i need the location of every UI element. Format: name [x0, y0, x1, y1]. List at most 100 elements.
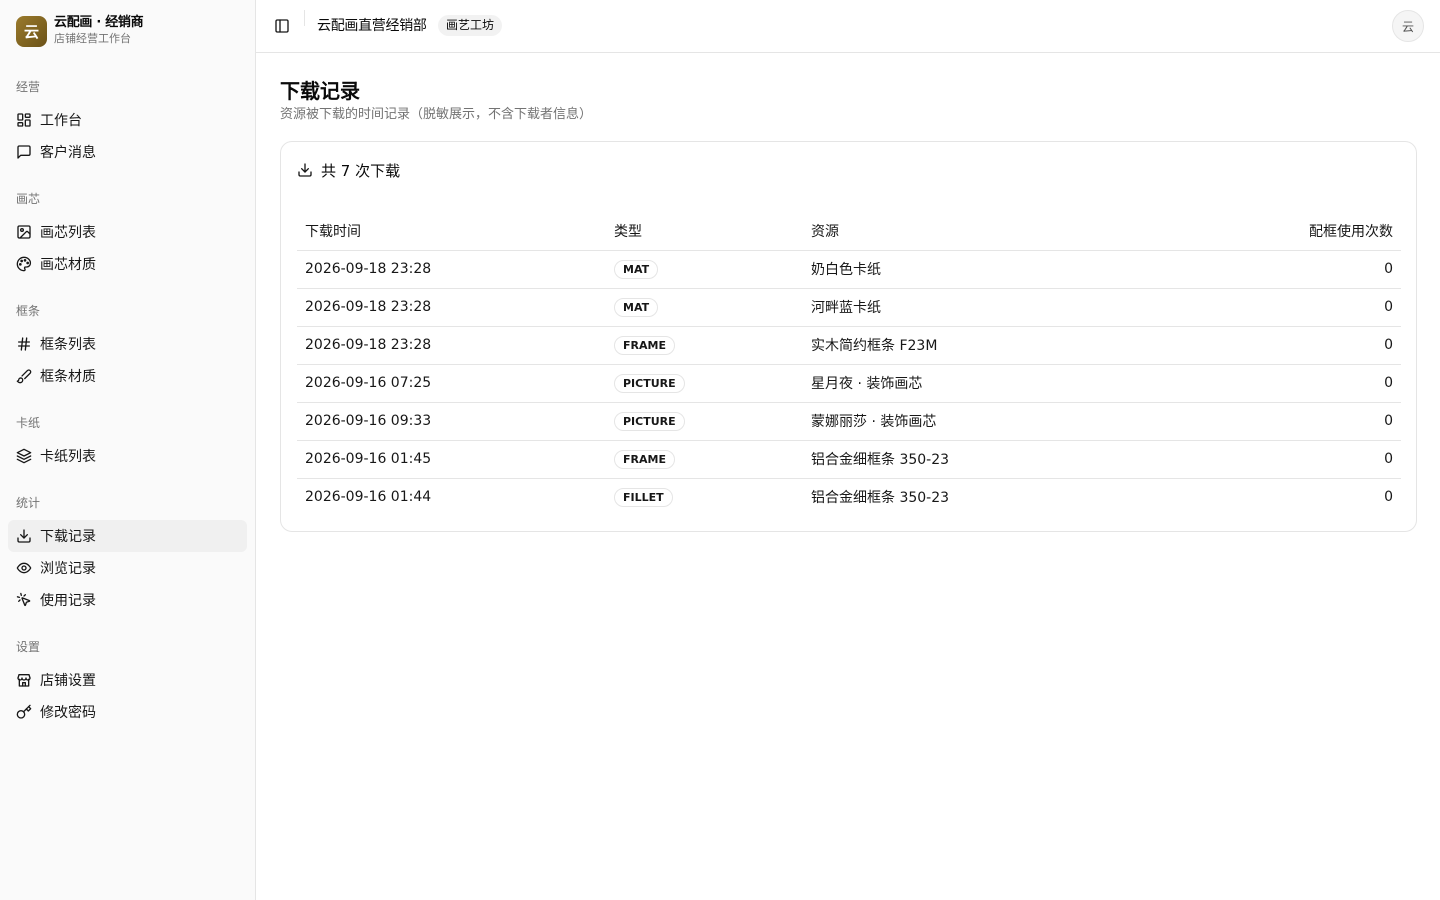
table-row[interactable]: 2026-09-18 23:28 MAT 奶白色卡纸 0 — [297, 250, 1401, 289]
sidebar-item-label: 框条材质 — [40, 369, 96, 385]
cell-usage-count: 0 — [1203, 288, 1401, 327]
table-row[interactable]: 2026-09-16 09:33 PICTURE 蒙娜丽莎 · 装饰画芯 0 — [297, 402, 1401, 441]
sidebar-item-frame-material[interactable]: 框条材质 — [8, 360, 247, 392]
sidebar-item-label: 卡纸列表 — [40, 449, 96, 465]
page-title: 下载记录 — [280, 79, 360, 103]
cell-time: 2026-09-16 07:25 — [297, 364, 606, 403]
cell-time: 2026-09-18 23:28 — [297, 288, 606, 327]
palette-icon — [16, 256, 32, 272]
download-records-table: 下载时间 类型 资源 配框使用次数 2026-09-18 23:28 MAT 奶… — [297, 212, 1401, 516]
brand-subtitle: 店铺经营工作台 — [54, 32, 131, 45]
type-badge: MAT — [614, 259, 659, 279]
store-icon — [16, 672, 32, 688]
cell-usage-count: 0 — [1203, 326, 1401, 365]
message-square-icon — [16, 144, 32, 160]
brand-logo: 云 — [16, 16, 47, 47]
sidebar-item-change-password[interactable]: 修改密码 — [8, 696, 247, 728]
table-row[interactable]: 2026-09-16 01:44 FILLET 铝合金细框条 350-23 0 — [297, 478, 1401, 516]
sidebar-item-download-records[interactable]: 下载记录 — [8, 520, 247, 552]
eye-icon — [16, 560, 32, 576]
table-row[interactable]: 2026-09-18 23:28 FRAME 实木简约框条 F23M 0 — [297, 326, 1401, 365]
card-header: 共 7 次下载 — [297, 160, 400, 180]
sidebar-item-label: 浏览记录 — [40, 561, 96, 577]
sidebar-item-view-records[interactable]: 浏览记录 — [8, 552, 247, 584]
cell-resource: 铝合金细框条 350-23 — [811, 490, 950, 507]
cell-type: MAT — [606, 288, 803, 327]
cell-time: 2026-09-18 23:28 — [297, 326, 606, 365]
brand[interactable]: 云 云配画 · 经销商 店铺经营工作台 — [16, 15, 246, 48]
cell-type: FRAME — [606, 326, 803, 365]
sidebar-item-mat-list[interactable]: 卡纸列表 — [8, 440, 247, 472]
table-row[interactable]: 2026-09-16 07:25 PICTURE 星月夜 · 装饰画芯 0 — [297, 364, 1401, 403]
table-header-row: 下载时间 类型 资源 配框使用次数 — [297, 212, 1401, 251]
image-icon — [16, 224, 32, 240]
column-header-usage-count[interactable]: 配框使用次数 — [1203, 212, 1401, 251]
group-label-frames: 框条 — [16, 304, 41, 318]
download-count-summary: 共 7 次下载 — [321, 161, 401, 180]
sidebar-item-label: 工作台 — [40, 113, 82, 129]
hash-icon — [16, 336, 32, 352]
panel-left-icon — [274, 18, 290, 34]
sidebar-item-label: 画芯材质 — [40, 257, 96, 273]
sidebar-item-picture-list[interactable]: 画芯列表 — [8, 216, 247, 248]
org-badge: 画艺工坊 — [438, 15, 503, 36]
avatar[interactable]: 云 — [1392, 10, 1424, 42]
org-name: 云配画直营经销部 — [317, 18, 427, 34]
group-label-mats: 卡纸 — [16, 416, 41, 430]
pointer-click-icon — [16, 592, 32, 608]
layers-icon — [16, 448, 32, 464]
sidebar: 云 云配画 · 经销商 店铺经营工作台 经营 工作台 客户消息 画芯 画芯列表 … — [0, 0, 256, 900]
sidebar-item-label: 店铺设置 — [40, 673, 96, 689]
type-badge: PICTURE — [614, 411, 685, 431]
cell-time: 2026-09-16 01:45 — [297, 440, 606, 479]
cell-time: 2026-09-16 01:44 — [305, 489, 432, 506]
type-badge: FRAME — [614, 449, 675, 469]
column-header-time[interactable]: 下载时间 — [297, 212, 606, 251]
group-label-settings: 设置 — [16, 640, 41, 654]
download-icon — [16, 528, 32, 544]
sidebar-toggle-button[interactable] — [270, 14, 294, 38]
type-badge: MAT — [614, 297, 659, 317]
page-subtitle: 资源被下载的时间记录（脱敏展示，不含下载者信息） — [280, 107, 593, 122]
cell-resource: 奶白色卡纸 — [803, 250, 1203, 289]
sidebar-item-label: 框条列表 — [40, 337, 96, 353]
sidebar-item-label: 使用记录 — [40, 593, 96, 609]
sidebar-item-messages[interactable]: 客户消息 — [8, 136, 247, 168]
table-row[interactable]: 2026-09-18 23:28 MAT 河畔蓝卡纸 0 — [297, 288, 1401, 327]
group-label-operations: 经营 — [16, 80, 41, 94]
sidebar-item-store-settings[interactable]: 店铺设置 — [8, 664, 247, 696]
sidebar-item-usage-records[interactable]: 使用记录 — [8, 584, 247, 616]
sidebar-item-frame-list[interactable]: 框条列表 — [8, 328, 247, 360]
sidebar-item-workbench[interactable]: 工作台 — [8, 104, 247, 136]
cell-usage-count: 0 — [1203, 440, 1401, 479]
brand-title: 云配画 · 经销商 — [54, 15, 144, 30]
sidebar-item-picture-material[interactable]: 画芯材质 — [8, 248, 247, 280]
cell-usage-count: 0 — [1203, 250, 1401, 289]
header-divider — [304, 10, 305, 26]
top-header: 云配画直营经销部 画艺工坊 云 — [256, 0, 1440, 53]
type-badge: PICTURE — [614, 373, 685, 393]
type-badge: FRAME — [614, 335, 675, 355]
cell-time: 2026-09-18 23:28 — [297, 250, 606, 289]
cell-type: FRAME — [606, 440, 803, 479]
group-label-pictures: 画芯 — [16, 192, 41, 206]
cell-type: PICTURE — [606, 364, 803, 403]
cell-resource: 蒙娜丽莎 · 装饰画芯 — [803, 402, 1203, 441]
sidebar-item-label: 修改密码 — [40, 705, 96, 721]
cell-resource: 实木简约框条 F23M — [803, 326, 1203, 365]
cell-resource: 河畔蓝卡纸 — [803, 288, 1203, 327]
cell-usage-count: 0 — [1384, 489, 1393, 506]
sidebar-item-label: 下载记录 — [40, 529, 96, 545]
cell-resource: 铝合金细框条 350-23 — [803, 440, 1203, 479]
column-header-resource[interactable]: 资源 — [803, 212, 1203, 251]
sidebar-item-label: 客户消息 — [40, 145, 96, 161]
key-icon — [16, 704, 32, 720]
type-badge: FILLET — [614, 487, 673, 507]
cell-time: 2026-09-16 09:33 — [297, 402, 606, 441]
cell-resource: 星月夜 · 装饰画芯 — [803, 364, 1203, 403]
cell-type: MAT — [606, 250, 803, 289]
table-row[interactable]: 2026-09-16 01:45 FRAME 铝合金细框条 350-23 0 — [297, 440, 1401, 479]
cell-usage-count: 0 — [1203, 402, 1401, 441]
column-header-type[interactable]: 类型 — [606, 212, 803, 251]
brush-icon — [16, 368, 32, 384]
